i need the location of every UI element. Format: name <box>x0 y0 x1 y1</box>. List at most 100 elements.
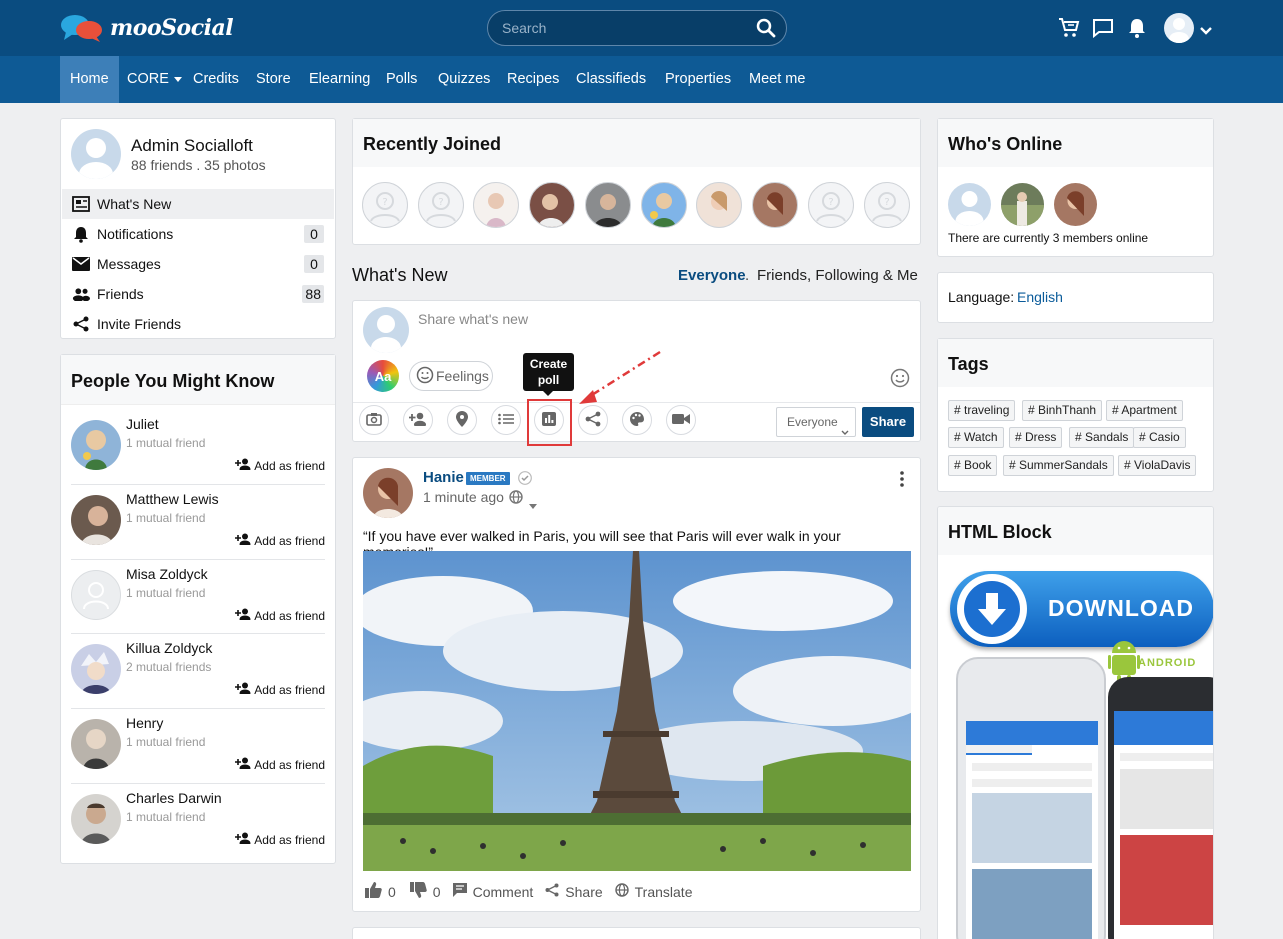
logo[interactable]: mooSocial <box>60 14 234 42</box>
search-icon[interactable] <box>756 18 776 41</box>
member-avatar[interactable] <box>529 182 575 228</box>
member-avatar[interactable]: ? <box>864 182 910 228</box>
more-options-icon[interactable] <box>900 471 904 490</box>
avatar[interactable] <box>71 794 121 844</box>
person-name[interactable]: Killua Zoldyck <box>126 640 212 656</box>
filter-everyone[interactable]: Everyone <box>678 267 746 284</box>
nav-properties[interactable]: Properties <box>655 56 741 103</box>
message-icon[interactable] <box>1092 18 1114 41</box>
post-image[interactable] <box>363 551 911 871</box>
add-friend-button[interactable]: Add as friend <box>235 757 325 772</box>
create-poll-button[interactable] <box>534 405 564 435</box>
avatar[interactable] <box>363 468 413 518</box>
add-friend-button[interactable]: Add as friend <box>235 458 325 473</box>
post-author[interactable]: Hanie <box>423 469 464 486</box>
emoji-icon[interactable] <box>890 368 910 391</box>
online-avatar[interactable] <box>1001 183 1044 226</box>
composer-input[interactable]: Share what's new <box>418 311 528 327</box>
like-button[interactable]: 0 <box>365 882 396 901</box>
online-avatar[interactable] <box>948 183 991 226</box>
sidebar-item-friends[interactable]: Friends 88 <box>62 279 334 309</box>
tooltip-arrow <box>543 391 553 396</box>
dislike-button[interactable]: 0 <box>409 882 441 901</box>
sidebar-item-messages[interactable]: Messages 0 <box>62 249 334 279</box>
nav-credits[interactable]: Credits <box>183 56 249 103</box>
nav-elearning[interactable]: Elearning <box>299 56 380 103</box>
background-color-button[interactable] <box>622 405 652 435</box>
member-avatar[interactable] <box>585 182 631 228</box>
avatar[interactable] <box>71 495 121 545</box>
feelings-button[interactable]: Feelings <box>409 361 493 391</box>
member-avatar[interactable]: ? <box>418 182 464 228</box>
share-button[interactable]: Share <box>862 407 914 437</box>
share-link-button[interactable] <box>578 405 608 435</box>
cart-icon[interactable] <box>1058 17 1080 42</box>
tag-item[interactable]: # Dress <box>1009 427 1063 448</box>
person-name[interactable]: Charles Darwin <box>126 790 222 806</box>
translate-button[interactable]: Translate <box>614 883 692 900</box>
list-button[interactable] <box>491 405 521 435</box>
tag-item[interactable]: # Casio <box>1133 427 1186 448</box>
globe-icon[interactable] <box>509 490 523 507</box>
person-name[interactable]: Matthew Lewis <box>126 491 219 507</box>
add-friend-button[interactable]: Add as friend <box>235 832 325 847</box>
tag-item[interactable]: # Watch <box>948 427 1004 448</box>
bell-icon[interactable] <box>1128 17 1146 42</box>
photo-button[interactable] <box>359 405 389 435</box>
nav-polls[interactable]: Polls <box>376 56 427 103</box>
share-post-button[interactable]: Share <box>545 883 603 900</box>
avatar[interactable] <box>71 570 121 620</box>
member-avatar[interactable]: ? <box>808 182 854 228</box>
person-name[interactable]: Juliet <box>126 416 159 432</box>
video-button[interactable] <box>666 405 696 435</box>
nav-classifieds[interactable]: Classifieds <box>566 56 656 103</box>
tag-item[interactable]: # ViolaDavis <box>1118 455 1197 476</box>
avatar[interactable] <box>71 719 121 769</box>
nav-recipes[interactable]: Recipes <box>497 56 569 103</box>
add-friend-button[interactable]: Add as friend <box>235 533 325 548</box>
list-item: Misa Zoldyck 1 mutual friend Add as frie… <box>71 560 325 634</box>
android-label: ANDROID <box>1138 657 1197 669</box>
member-avatar[interactable] <box>641 182 687 228</box>
language-link[interactable]: English <box>1017 289 1063 305</box>
profile-name[interactable]: Admin Socialloft <box>131 136 253 156</box>
person-name[interactable]: Misa Zoldyck <box>126 566 208 582</box>
nav-meet-me[interactable]: Meet me <box>739 56 815 103</box>
sidebar-item-whats-new[interactable]: What's New <box>62 189 334 219</box>
nav-home[interactable]: Home <box>60 56 119 103</box>
location-button[interactable] <box>447 405 477 435</box>
tag-item[interactable]: # SummerSandals <box>1003 455 1114 476</box>
profile-avatar[interactable] <box>71 129 121 179</box>
search-input[interactable] <box>502 18 742 38</box>
avatar[interactable] <box>71 644 121 694</box>
tag-item[interactable]: # Book <box>948 455 998 476</box>
filter-friends-following[interactable]: Friends, Following & Me <box>757 267 918 284</box>
nav-store[interactable]: Store <box>246 56 301 103</box>
tag-friends-button[interactable] <box>403 405 433 435</box>
post-time[interactable]: 1 minute ago <box>423 489 504 505</box>
tag-item[interactable]: # Sandals <box>1069 427 1135 448</box>
sidebar-item-notifications[interactable]: Notifications 0 <box>62 219 334 249</box>
comment-button[interactable]: Comment <box>452 883 533 900</box>
sidebar-item-invite-friends[interactable]: Invite Friends <box>62 309 334 339</box>
chevron-down-icon[interactable] <box>529 496 537 512</box>
nav-core[interactable]: CORE <box>117 56 192 103</box>
person-name[interactable]: Henry <box>126 715 163 731</box>
font-style-button[interactable]: Aa <box>367 360 399 392</box>
user-avatar[interactable] <box>1164 13 1194 43</box>
member-avatar[interactable]: ? <box>362 182 408 228</box>
add-friend-button[interactable]: Add as friend <box>235 608 325 623</box>
member-avatar[interactable] <box>473 182 519 228</box>
avatar[interactable] <box>71 420 121 470</box>
member-avatar[interactable] <box>752 182 798 228</box>
download-banner[interactable]: DOWNLOAD <box>950 571 1213 647</box>
chevron-down-icon[interactable] <box>1199 23 1213 39</box>
online-avatar[interactable] <box>1054 183 1097 226</box>
tag-item[interactable]: # Apartment <box>1106 400 1183 421</box>
member-avatar[interactable] <box>696 182 742 228</box>
tag-item[interactable]: # BinhThanh <box>1022 400 1103 421</box>
add-friend-button[interactable]: Add as friend <box>235 682 325 697</box>
tag-item[interactable]: # traveling <box>948 400 1016 421</box>
privacy-select[interactable]: Everyone <box>776 407 856 437</box>
nav-quizzes[interactable]: Quizzes <box>428 56 500 103</box>
